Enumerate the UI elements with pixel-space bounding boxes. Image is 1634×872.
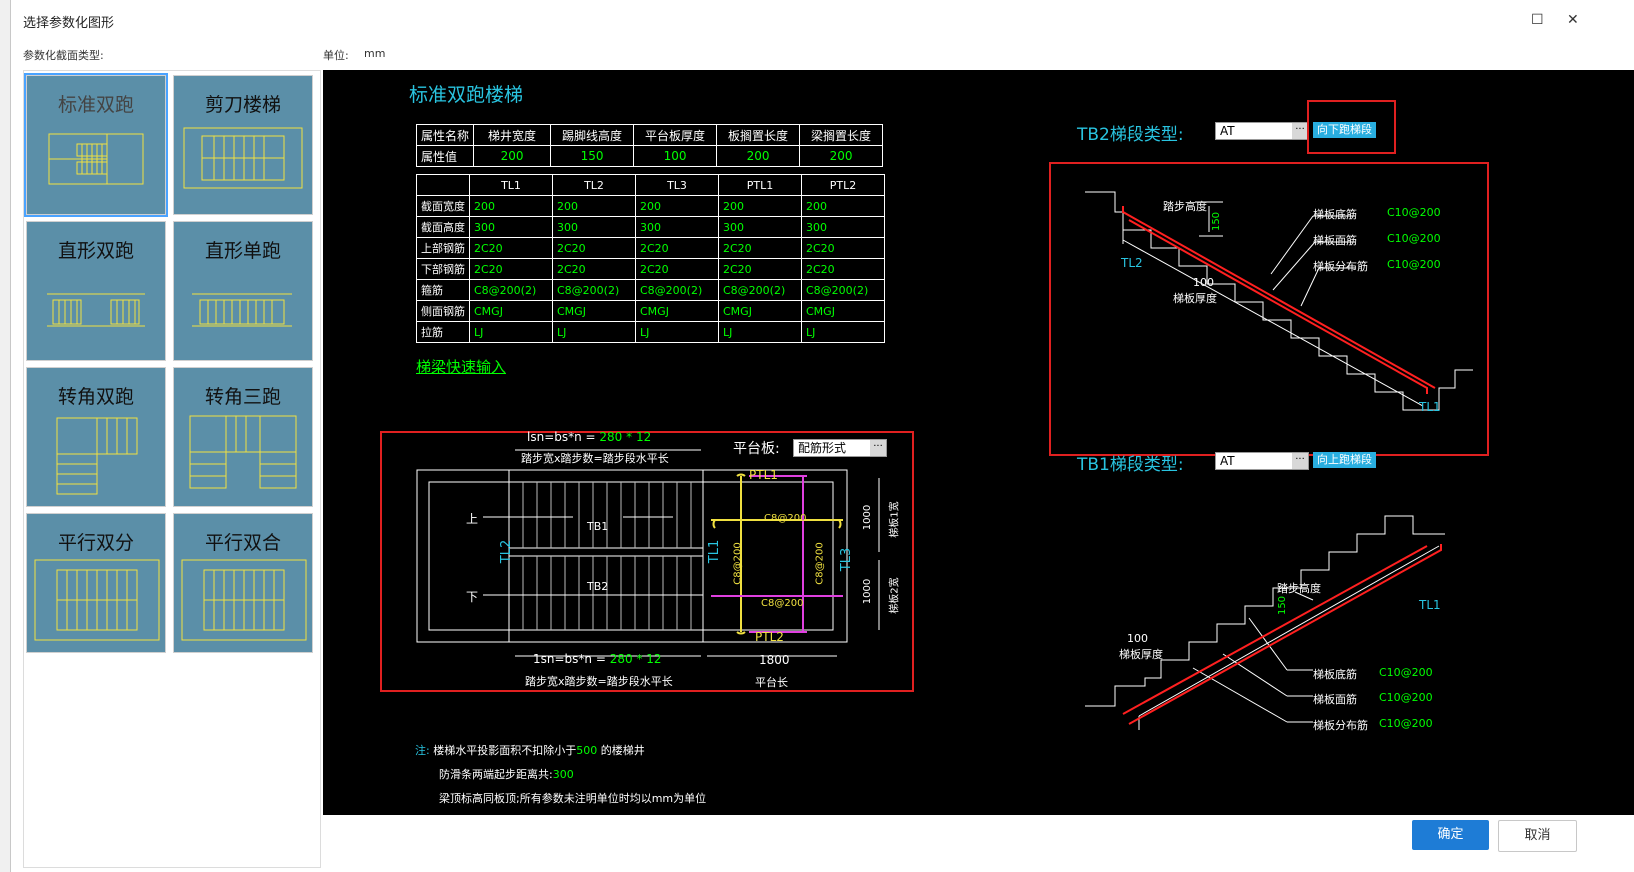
thumb-straight-double-run[interactable]: 直形双跑 — [26, 221, 166, 361]
thumb-preview-icon — [34, 559, 160, 641]
thumb-standard-double-run[interactable]: 标准双跑 — [24, 73, 168, 217]
dialog-window: 选择参数化图形 ☐ ✕ 参数化截面类型: 单位: mm 标准双跑 剪刀楼梯 直形… — [10, 0, 1634, 872]
thumb-preview-icon — [189, 415, 297, 489]
unit-label: 单位: — [323, 49, 349, 62]
window-title: 选择参数化图形 — [23, 16, 115, 31]
thumb-preview-icon — [192, 293, 292, 327]
tb1-dist-rebar-value: C10@200 — [1379, 717, 1433, 730]
tb1-top-rebar-value: C10@200 — [1379, 691, 1433, 704]
title-bar: 选择参数化图形 ☐ ✕ — [11, 0, 1634, 40]
tb1-dist-rebar-label: 梯板分布筋 — [1313, 719, 1368, 732]
ok-button[interactable]: 确定 — [1412, 820, 1489, 850]
cancel-button[interactable]: 取消 — [1498, 820, 1577, 852]
drawing-canvas: 标准双跑楼梯 属性名称 梯井宽度 踢脚线高度 平台板厚度 板搁置长度 梁搁置长度… — [323, 70, 1634, 815]
tb1-thickness-label: 梯板厚度 — [1119, 648, 1163, 661]
thumb-preview-icon — [48, 133, 144, 185]
thumb-preview-icon — [183, 127, 303, 189]
tb1-bottom-rebar-value: C10@200 — [1379, 666, 1433, 679]
thumb-corner-triple-run[interactable]: 转角三跑 — [173, 367, 313, 507]
thumb-parallel-merge[interactable]: 平行双合 — [173, 513, 313, 653]
section-type-label: 参数化截面类型: — [23, 49, 104, 62]
thumb-preview-icon — [56, 417, 138, 495]
thumb-preview-icon — [47, 293, 145, 327]
thumb-parallel-split[interactable]: 平行双分 — [26, 513, 166, 653]
thumb-straight-single-run[interactable]: 直形单跑 — [173, 221, 313, 361]
tb1-top-rebar-label: 梯板面筋 — [1313, 693, 1357, 706]
unit-value: mm — [364, 47, 386, 60]
thumb-scissor-stair[interactable]: 剪刀楼梯 — [173, 75, 313, 215]
tb1-step-height-value: 150 — [1277, 595, 1289, 616]
tb1-thickness-value: 100 — [1127, 632, 1148, 645]
tb1-bottom-rebar-label: 梯板底筋 — [1313, 668, 1357, 681]
thumb-preview-icon — [181, 559, 307, 641]
maximize-icon[interactable]: ☐ — [1531, 12, 1544, 28]
tb1-step-height-label: 踏步高度 — [1277, 582, 1321, 595]
tb1-section-drawing — [1085, 515, 1445, 730]
shape-list: 标准双跑 剪刀楼梯 直形双跑 直形单跑 转角双跑 转角三跑 平行双分 平行双合 — [23, 70, 321, 868]
thumb-corner-double-run[interactable]: 转角双跑 — [26, 367, 166, 507]
tb1-tl-right-label: TL1 — [1419, 598, 1441, 612]
close-icon[interactable]: ✕ — [1567, 12, 1579, 28]
